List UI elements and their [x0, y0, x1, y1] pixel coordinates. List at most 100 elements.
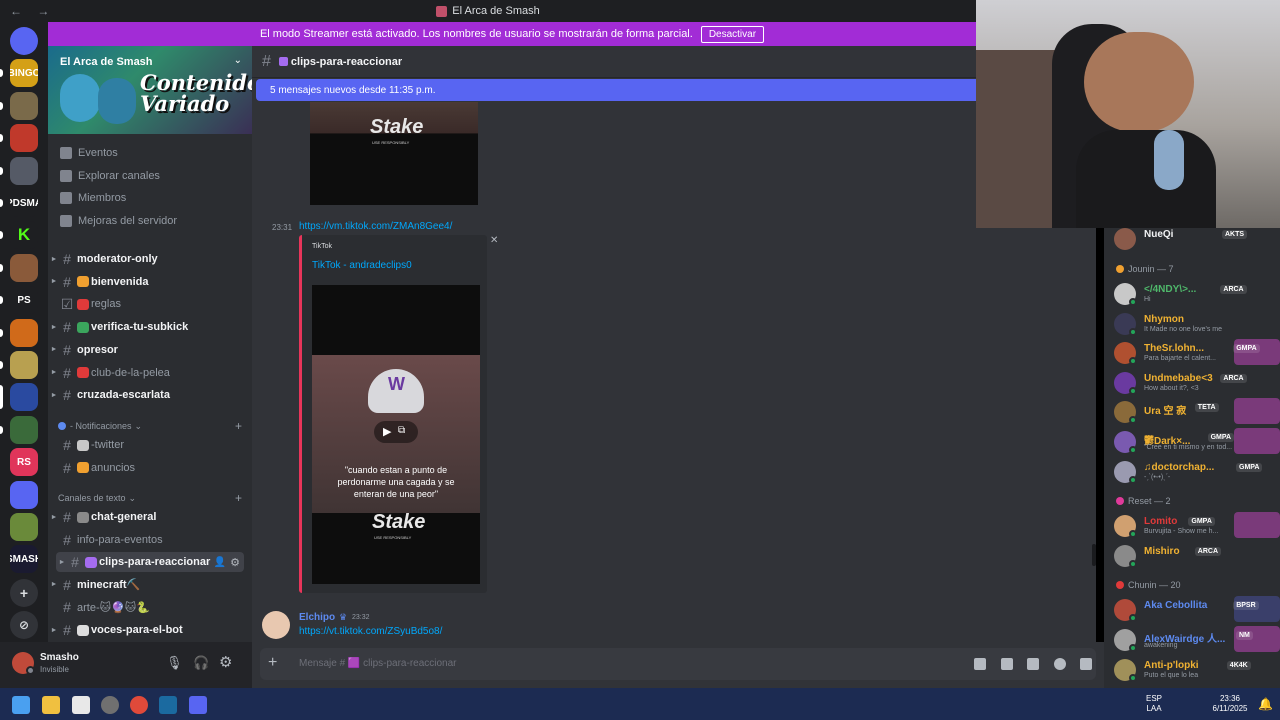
server-icon[interactable] [10, 383, 38, 412]
server-icon[interactable] [10, 156, 38, 185]
gif-icon[interactable] [1001, 658, 1013, 670]
server-icon[interactable]: RS [10, 448, 38, 477]
server-icon[interactable] [10, 91, 38, 120]
server-nav-2[interactable]: Miembros [60, 189, 126, 207]
server-icon[interactable] [10, 513, 38, 541]
deactivate-streamer-button[interactable]: Desactivar [700, 25, 765, 43]
headphones-icon[interactable]: 🎧 [193, 655, 209, 671]
add-member-icon[interactable]: 👤 [214, 557, 226, 568]
message-link[interactable]: https://vt.tiktok.com/ZSyuBd5o8/ [299, 626, 442, 637]
server-icon[interactable] [10, 351, 38, 379]
server-icon[interactable] [10, 480, 38, 509]
member-item[interactable]: Undmebabe<3 ARCA How about it?, <3 [1112, 368, 1280, 398]
channel-moderator-only[interactable]: ► # moderator-only [48, 249, 244, 269]
message-input[interactable]: + Mensaje # 🟪 clips-para-reaccionar [260, 648, 1096, 680]
server-icon[interactable] [10, 318, 38, 347]
webcam-wall [976, 50, 1060, 228]
server-icon[interactable] [10, 27, 38, 55]
channel-voces-para-el-bot[interactable]: ► # voces-para-el-bot [48, 620, 244, 640]
add-server-button[interactable]: + [10, 579, 38, 607]
notification-icon[interactable]: 🔔 [1258, 697, 1273, 711]
avatar[interactable] [262, 611, 290, 639]
server-icon[interactable] [10, 415, 38, 444]
obs-icon[interactable] [101, 696, 119, 714]
member-item[interactable]: TheSr.lohn... GMPA Para bajarte el calent.… [1112, 338, 1280, 368]
member-item[interactable]: ♫doctorchap... GMPA -ˏˋ(•ᵕ•)ˎˊ- [1112, 457, 1280, 487]
server-icon[interactable]: K [10, 221, 38, 250]
channel-anuncios[interactable]: # anuncios [48, 458, 244, 478]
video-player[interactable]: W ▶ ⧉ "cuando estan a punto de perdonarm… [312, 285, 480, 584]
category-notificaciones[interactable]: - Notificaciones ⌄ + [58, 419, 242, 433]
member-item[interactable]: Aka Cebollita BPSR [1112, 595, 1280, 625]
app-icon[interactable] [72, 696, 90, 714]
server-header[interactable]: El Arca de Smash ⌄ Contenido Variado [48, 46, 252, 134]
member-item[interactable]: Lomito GMPA Burvujita - Show me h... [1112, 511, 1280, 541]
member-tag: 4K4K [1226, 660, 1251, 670]
embed-title[interactable]: TikTok - andradeclips0 [312, 260, 412, 271]
member-item[interactable]: 鬱Dark×... GMPA "Cree en ti mismo y en tod.… [1112, 427, 1280, 457]
gear-icon[interactable]: ⚙ [230, 556, 240, 569]
boost-icon [60, 214, 72, 227]
member-name: NueQi [1144, 229, 1174, 240]
apps-icon[interactable] [1080, 658, 1092, 670]
play-button[interactable]: ▶ ⧉ [374, 421, 418, 443]
emoji-icon[interactable] [1054, 658, 1066, 670]
channel-cruzada-escarlata[interactable]: ► # cruzada-escarlata [48, 385, 244, 405]
channel-club-de-la-pelea[interactable]: ► # club-de-la-pelea [48, 363, 244, 383]
discover-button[interactable]: ⊘ [10, 611, 38, 639]
scrollbar[interactable] [1092, 544, 1096, 566]
unread-arrow-icon: ► [50, 278, 58, 286]
chrome-icon[interactable] [130, 696, 148, 714]
member-item[interactable]: NueQi AKTS [1112, 228, 1280, 254]
channel-clips-para-reaccionar[interactable]: ► # clips-para-reaccionar 👤 ⚙ [56, 552, 244, 573]
add-channel-icon[interactable]: + [235, 491, 242, 505]
message-author[interactable]: Elchipo [299, 612, 335, 623]
steam-icon[interactable] [159, 696, 177, 714]
server-nav-1[interactable]: Explorar canales [60, 167, 160, 185]
windows-start-icon[interactable] [12, 696, 30, 714]
server-nav-0[interactable]: Eventos [60, 144, 118, 162]
chevron-down-icon[interactable]: ⌄ [234, 55, 242, 66]
server-icon[interactable] [10, 124, 38, 153]
member-item[interactable]: AlexWairdge 人... NM awakening [1112, 625, 1280, 655]
server-icon[interactable]: SMASH [10, 545, 38, 574]
video-thumbnail[interactable]: Stake USE RESPONSIBLY [310, 102, 478, 205]
add-attachment-icon[interactable]: + [268, 654, 277, 672]
channel-arte-[interactable]: # arte-🐱🔮🐱🐍 [48, 597, 244, 617]
member-tag: GMPA [1236, 462, 1263, 472]
file-explorer-icon[interactable] [42, 696, 60, 714]
channel--twitter[interactable]: # -twitter [48, 435, 244, 455]
gear-icon[interactable]: ⚙ [219, 653, 232, 671]
external-link-icon[interactable]: ⧉ [398, 425, 405, 436]
channel-opresor[interactable]: ► # opresor [48, 340, 244, 360]
gift-icon[interactable] [974, 658, 986, 670]
server-icon[interactable]: PS [10, 286, 38, 315]
new-messages-bar[interactable]: 5 mensajes nuevos desde 11:35 p.m. [256, 79, 976, 101]
member-item[interactable]: Ura 空 寂 TETA [1112, 397, 1280, 427]
server-icon[interactable] [10, 253, 38, 282]
discord-icon[interactable] [189, 696, 207, 714]
server-icon[interactable]: PDSMA [10, 189, 38, 217]
keyboard-language[interactable]: ESP LAA [1146, 694, 1162, 714]
server-nav-3[interactable]: Mejoras del servidor [60, 212, 177, 230]
close-embed-icon[interactable]: ✕ [490, 235, 498, 246]
member-item[interactable]: Nhymon It Made no one love's me [1112, 309, 1280, 339]
channel-reglas[interactable]: ☑ reglas [48, 294, 244, 314]
unread-pill [0, 166, 3, 175]
channel-minecraft[interactable]: ► # minecraft⛏️ [48, 575, 244, 595]
member-item[interactable]: Mishiro ARCA [1112, 541, 1280, 571]
nav-arrows[interactable]: ← → [10, 4, 55, 18]
sticker-icon[interactable] [1027, 658, 1039, 670]
member-item[interactable]: Anti-p'lopki 4K4K Puto el que lo lea [1112, 655, 1280, 685]
member-item[interactable]: </4NDY\>... ARCA Hi [1112, 279, 1280, 309]
microphone-icon[interactable]: 🎙 [166, 655, 183, 671]
category-canales-texto[interactable]: Canales de texto ⌄ + [58, 491, 242, 505]
clock[interactable]: 23:36 6/11/2025 [1208, 694, 1252, 714]
channel-chat-general[interactable]: ► # chat-general [48, 507, 244, 527]
add-channel-icon[interactable]: + [235, 419, 242, 433]
channel-verifica-tu-subkick[interactable]: ► # verifica-tu-subkick [48, 317, 244, 337]
message-link[interactable]: https://vm.tiktok.com/ZMAn8Gee4/ [299, 221, 452, 232]
channel-bienvenida[interactable]: ► # bienvenida [48, 272, 244, 292]
server-icon[interactable]: BINGO [10, 59, 38, 88]
channel-info-para-eventos[interactable]: # info-para-eventos [48, 530, 244, 550]
